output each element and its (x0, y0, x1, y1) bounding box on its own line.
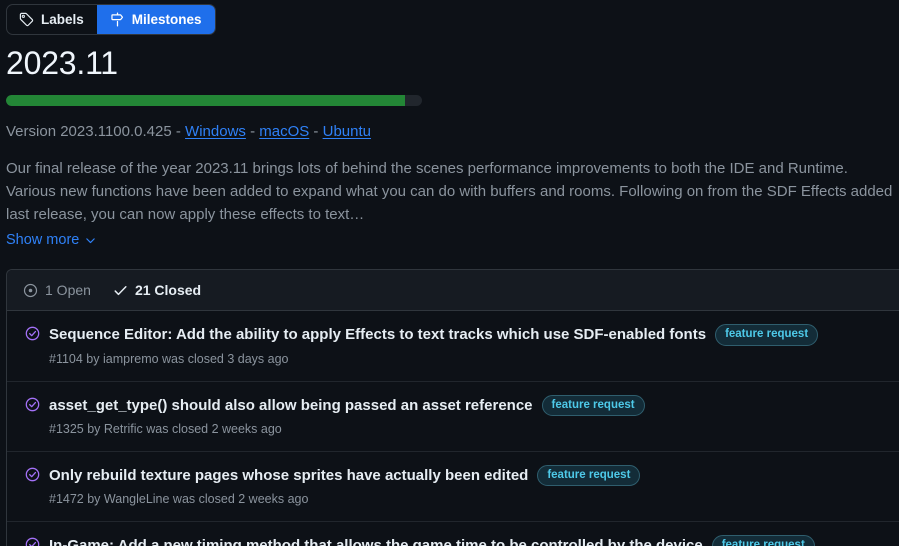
link-windows[interactable]: Windows (185, 123, 246, 140)
tab-labels[interactable]: Labels (7, 5, 97, 34)
closed-issues-count: 21 Closed (134, 282, 202, 299)
label-chip[interactable]: feature request (541, 394, 645, 417)
milestone-title: 2023.11 (6, 45, 118, 81)
issue-list-container: 1 Open 21 Closed Sequence Editor: Add th… (6, 269, 899, 546)
open-issues-count: 1 Open (45, 282, 91, 299)
issue-title[interactable]: In-Game: Add a new timing method that al… (49, 536, 703, 546)
issue-meta: #1472 by WangleLine was closed 2 weeks a… (49, 492, 309, 507)
issue-content: In-Game: Add a new timing method that al… (49, 535, 815, 546)
issue-title-line: Only rebuild texture pages whose sprites… (49, 464, 641, 487)
milestone-progress-fill (6, 95, 406, 106)
tab-milestones[interactable]: Milestones (96, 5, 215, 34)
version-separator-3: - (309, 123, 323, 140)
label-chip[interactable]: feature request (537, 464, 641, 487)
issue-title[interactable]: Only rebuild texture pages whose sprites… (49, 466, 528, 486)
tab-milestones-text: Milestones (131, 11, 202, 27)
label-chip[interactable]: feature request (711, 535, 815, 546)
issue-content: asset_get_type() should also allow being… (49, 394, 645, 438)
view-switcher: Labels Milestones (6, 4, 216, 35)
show-more-label: Show more (6, 232, 80, 249)
show-more-button[interactable]: Show more (6, 232, 97, 248)
link-ubuntu[interactable]: Ubuntu (323, 123, 371, 140)
issue-closed-completed-icon (25, 326, 40, 341)
milestone-progress-bar (6, 95, 422, 106)
table-row[interactable]: Only rebuild texture pages whose sprites… (7, 452, 899, 523)
issue-closed-completed-icon (25, 397, 40, 412)
issue-title-line: In-Game: Add a new timing method that al… (49, 535, 815, 546)
version-separator-2: - (245, 123, 260, 140)
issue-title[interactable]: asset_get_type() should also allow being… (49, 396, 533, 416)
issue-title-line: asset_get_type() should also allow being… (49, 394, 645, 417)
check-icon (113, 283, 128, 298)
table-row[interactable]: Sequence Editor: Add the ability to appl… (7, 311, 899, 382)
link-macos[interactable]: macOS (259, 123, 309, 140)
version-separator-1: - (171, 123, 186, 140)
issue-list-header: 1 Open 21 Closed (7, 270, 899, 312)
version-text: Version 2023.1100.0.425 (6, 123, 172, 140)
issue-opened-icon (23, 283, 38, 298)
issue-closed-completed-icon (25, 467, 40, 482)
chevron-down-icon (84, 234, 97, 247)
tag-icon (19, 12, 34, 27)
issue-content: Sequence Editor: Add the ability to appl… (49, 324, 819, 367)
label-chip[interactable]: feature request (715, 324, 819, 346)
issue-meta: #1104 by iampremo was closed 3 days ago (49, 351, 289, 366)
version-line: Version 2023.1100.0.425 - Windows - macO… (6, 121, 899, 142)
issue-content: Only rebuild texture pages whose sprites… (49, 464, 641, 508)
filter-open-issues[interactable]: 1 Open (23, 282, 91, 298)
table-row[interactable]: In-Game: Add a new timing method that al… (7, 522, 899, 546)
issue-closed-completed-icon (25, 537, 40, 546)
filter-closed-issues[interactable]: 21 Closed (113, 282, 201, 298)
issue-meta: #1325 by Retrific was closed 2 weeks ago (49, 422, 282, 437)
tab-labels-text: Labels (41, 11, 84, 27)
issue-title-line: Sequence Editor: Add the ability to appl… (49, 324, 819, 346)
milestone-description: Our final release of the year 2023.11 br… (6, 158, 893, 226)
table-row[interactable]: asset_get_type() should also allow being… (7, 382, 899, 452)
milestone-description-text: Our final release of the year 2023.11 br… (6, 160, 893, 223)
milestone-icon (110, 12, 125, 27)
issue-title[interactable]: Sequence Editor: Add the ability to appl… (49, 325, 706, 345)
